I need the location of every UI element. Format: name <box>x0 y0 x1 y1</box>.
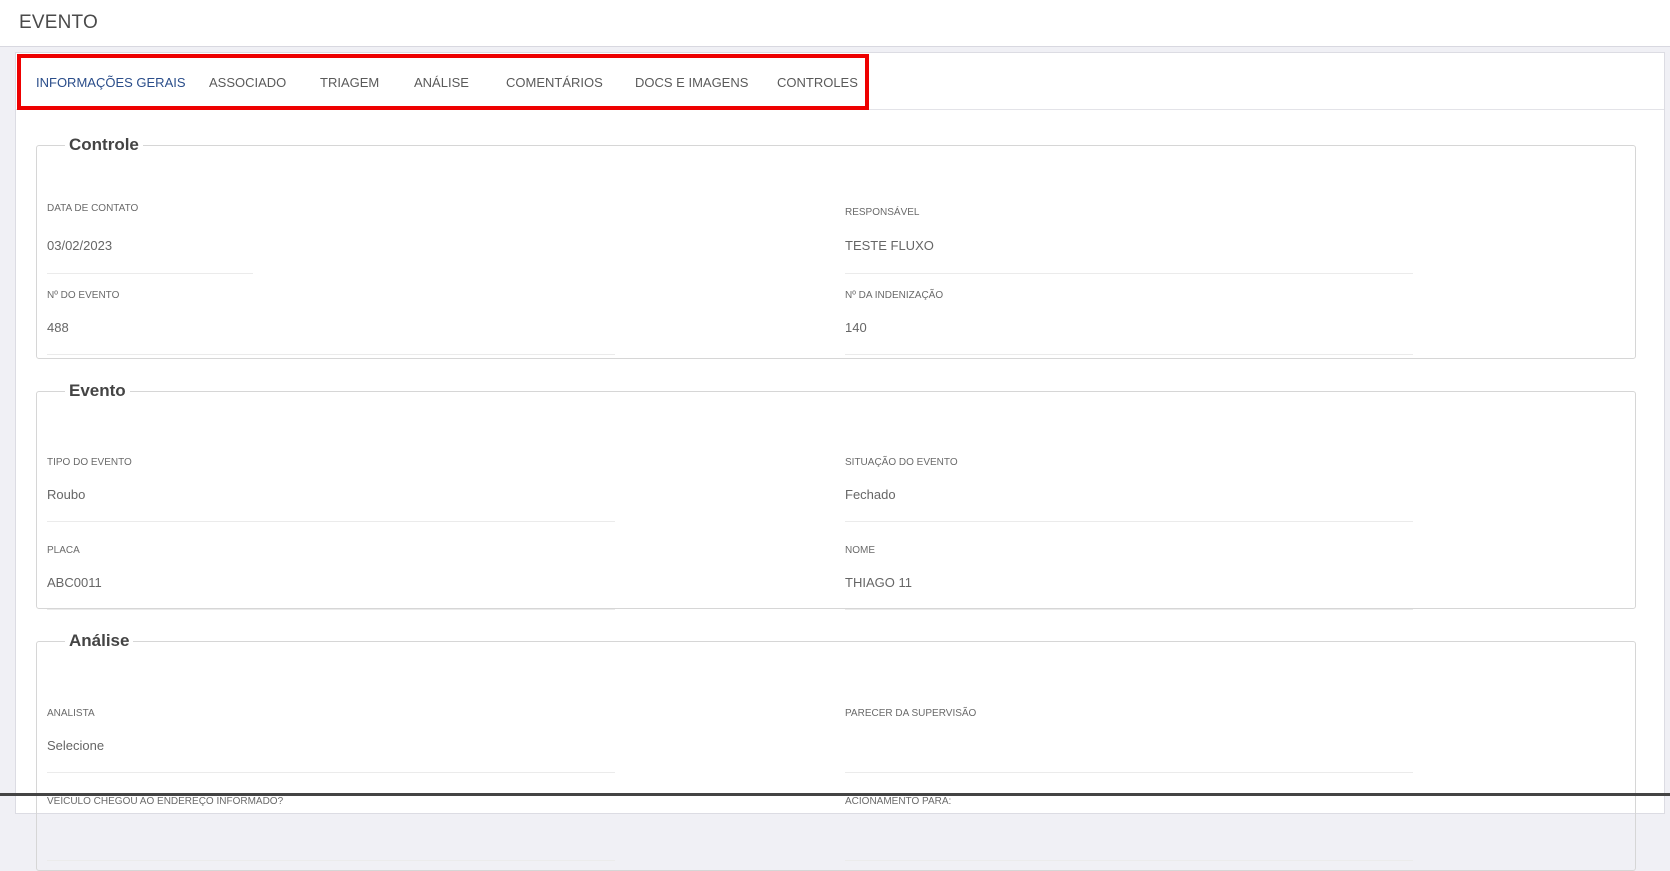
field-label: TIPO DO EVENTO <box>47 457 132 468</box>
section-controle: Controle DATA DE CONTATO 03/02/2023 RESP… <box>36 135 1636 359</box>
field-value: 03/02/2023 <box>47 238 113 253</box>
field-label: VEÍCULO CHEGOU AO ENDEREÇO INFORMADO? <box>47 796 284 807</box>
field-analista[interactable]: ANALISTA Selecione <box>47 708 615 773</box>
field-label: DATA DE CONTATO <box>47 203 139 214</box>
field-label: NOME <box>845 545 875 556</box>
field-tipo-evento[interactable]: TIPO DO EVENTO Roubo <box>47 457 615 522</box>
field-value: Roubo <box>47 487 86 502</box>
section-evento: Evento TIPO DO EVENTO Roubo SITUAÇÃO DO … <box>36 381 1636 610</box>
page-header: EVENTO <box>0 0 1670 47</box>
field-value: ABC0011 <box>47 575 102 590</box>
field-value: Fechado <box>845 487 896 502</box>
field-value: 140 <box>845 320 867 335</box>
field-label: ACIONAMENTO PARA: <box>845 796 952 807</box>
section-title-analise: Análise <box>69 631 130 650</box>
field-situacao-evento[interactable]: SITUAÇÃO DO EVENTO Fechado <box>845 457 1413 522</box>
field-placa[interactable]: PLACA ABC0011 <box>47 545 615 610</box>
field-acionamento[interactable]: ACIONAMENTO PARA: <box>845 796 1413 861</box>
field-value: 488 <box>47 320 69 335</box>
event-panel: INFORMAÇÕES GERAIS ASSOCIADO TRIAGEM ANÁ… <box>15 52 1665 871</box>
field-label: RESPONSÁVEL <box>845 207 920 218</box>
field-numero-indenizacao[interactable]: Nº DA INDENIZAÇÃO 140 <box>845 290 1413 355</box>
page-title: EVENTO <box>19 12 98 33</box>
field-value: THIAGO 11 <box>845 575 912 590</box>
field-nome[interactable]: NOME THIAGO 11 <box>845 545 1413 610</box>
field-label: PARECER DA SUPERVISÃO <box>845 708 977 719</box>
section-analise: Análise ANALISTA Selecione PARECER DA SU… <box>36 631 1636 871</box>
field-value: Selecione <box>47 738 105 753</box>
field-label: PLACA <box>47 545 80 556</box>
field-data-contato[interactable]: DATA DE CONTATO 03/02/2023 <box>47 203 253 274</box>
field-label: Nº DO EVENTO <box>47 290 120 301</box>
section-title-evento: Evento <box>69 381 126 400</box>
field-numero-evento[interactable]: Nº DO EVENTO 488 <box>47 290 615 355</box>
field-label: ANALISTA <box>47 708 95 719</box>
field-label: Nº DA INDENIZAÇÃO <box>845 290 944 301</box>
tab-highlight-box <box>17 54 869 110</box>
field-veiculo-chegou[interactable]: VEÍCULO CHEGOU AO ENDEREÇO INFORMADO? <box>47 796 615 861</box>
field-value: TESTE FLUXO <box>845 238 934 253</box>
field-responsavel[interactable]: RESPONSÁVEL TESTE FLUXO <box>845 207 1413 274</box>
field-label: SITUAÇÃO DO EVENTO <box>845 457 958 468</box>
section-title-controle: Controle <box>69 135 139 154</box>
field-parecer-supervisao[interactable]: PARECER DA SUPERVISÃO <box>845 708 1413 773</box>
